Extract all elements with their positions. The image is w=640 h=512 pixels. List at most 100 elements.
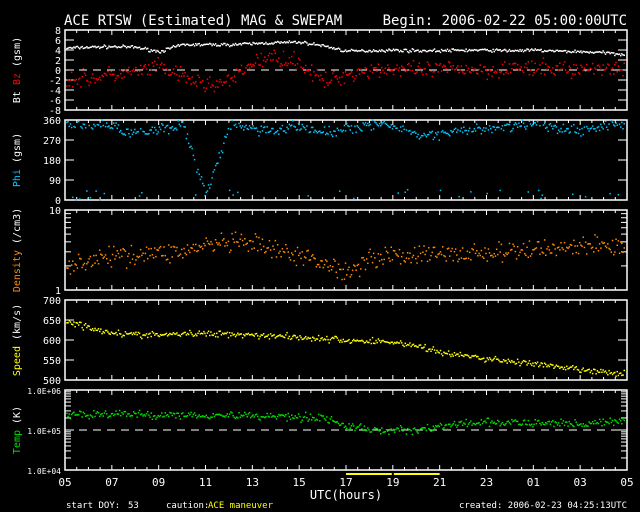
- data-point: [148, 414, 150, 416]
- data-point: [548, 420, 551, 423]
- data-point: [72, 323, 74, 326]
- data-point: [491, 420, 493, 422]
- data-point: [216, 332, 218, 335]
- data-point: [608, 369, 610, 372]
- data-point: [493, 126, 495, 128]
- data-point: [487, 248, 490, 250]
- data-point: [176, 332, 178, 334]
- data-point: [424, 343, 426, 346]
- data-point: [260, 125, 262, 127]
- data-point: [275, 418, 278, 420]
- data-point: [168, 244, 170, 246]
- data-point: [276, 244, 279, 246]
- data-point: [121, 336, 123, 338]
- data-point: [422, 251, 424, 253]
- data-point: [171, 46, 173, 48]
- data-point: [597, 422, 600, 425]
- data-point: [190, 411, 192, 414]
- data-point: [266, 335, 268, 338]
- data-point: [131, 70, 134, 72]
- data-point: [371, 71, 374, 74]
- data-point: [542, 124, 545, 126]
- data-point: [193, 82, 196, 85]
- data-point: [546, 126, 548, 129]
- data-point: [479, 424, 481, 426]
- data-point: [142, 68, 144, 70]
- data-point: [144, 252, 147, 255]
- data-point: [621, 69, 623, 71]
- data-point: [116, 334, 118, 336]
- data-point: [108, 245, 110, 248]
- data-point: [334, 260, 336, 262]
- data-point: [172, 129, 175, 131]
- data-point: [322, 266, 325, 269]
- data-point: [548, 365, 551, 368]
- data-point: [147, 336, 149, 339]
- data-point: [267, 54, 270, 57]
- data-point: [147, 73, 149, 76]
- data-point: [217, 243, 219, 246]
- data-point: [433, 70, 436, 73]
- data-point: [429, 64, 431, 67]
- data-point: [291, 337, 293, 340]
- data-point: [391, 69, 394, 72]
- data-point: [101, 332, 103, 335]
- data-point: [390, 124, 392, 126]
- data-point: [120, 249, 122, 251]
- data-point: [492, 48, 494, 51]
- data-point: [381, 427, 383, 429]
- data-point: [315, 130, 318, 133]
- data-point: [563, 424, 566, 427]
- data-point: [369, 70, 371, 72]
- data-point: [313, 71, 315, 73]
- data-point: [123, 249, 125, 251]
- data-point: [210, 183, 212, 186]
- data-point: [525, 49, 527, 52]
- data-point: [138, 255, 141, 258]
- data-point: [170, 246, 172, 248]
- data-point: [431, 130, 433, 133]
- data-point: [497, 69, 499, 71]
- data-point: [600, 68, 602, 71]
- data-point: [605, 372, 608, 374]
- data-point: [396, 64, 398, 66]
- data-point: [319, 340, 321, 342]
- data-point: [342, 129, 344, 132]
- data-point: [233, 75, 236, 77]
- data-point: [384, 51, 387, 53]
- data-point: [425, 73, 428, 75]
- data-point: [477, 255, 479, 257]
- data-point: [142, 252, 144, 254]
- data-point: [474, 252, 477, 255]
- data-point: [413, 427, 416, 429]
- data-point: [79, 198, 81, 200]
- data-point: [575, 64, 577, 66]
- data-point: [508, 422, 511, 424]
- data-point: [309, 259, 312, 261]
- data-point: [326, 416, 328, 418]
- data-point: [103, 256, 106, 258]
- data-point: [75, 78, 77, 81]
- data-point: [589, 243, 591, 245]
- data-point: [591, 125, 594, 127]
- data-point: [239, 238, 241, 240]
- data-point: [613, 73, 615, 75]
- data-point: [276, 130, 279, 132]
- data-point: [535, 70, 538, 72]
- data-point: [535, 363, 538, 365]
- data-point: [342, 268, 344, 271]
- data-point: [301, 123, 303, 126]
- data-point: [192, 154, 195, 157]
- data-point: [595, 130, 597, 132]
- data-point: [445, 260, 447, 262]
- data-point: [104, 410, 107, 412]
- data-point: [526, 364, 528, 366]
- data-point: [610, 371, 613, 374]
- data-point: [478, 422, 480, 424]
- data-point: [163, 63, 165, 66]
- data-point: [183, 75, 185, 77]
- data-point: [377, 125, 380, 127]
- data-point: [514, 62, 517, 65]
- data-point: [511, 359, 513, 362]
- data-point: [93, 254, 95, 257]
